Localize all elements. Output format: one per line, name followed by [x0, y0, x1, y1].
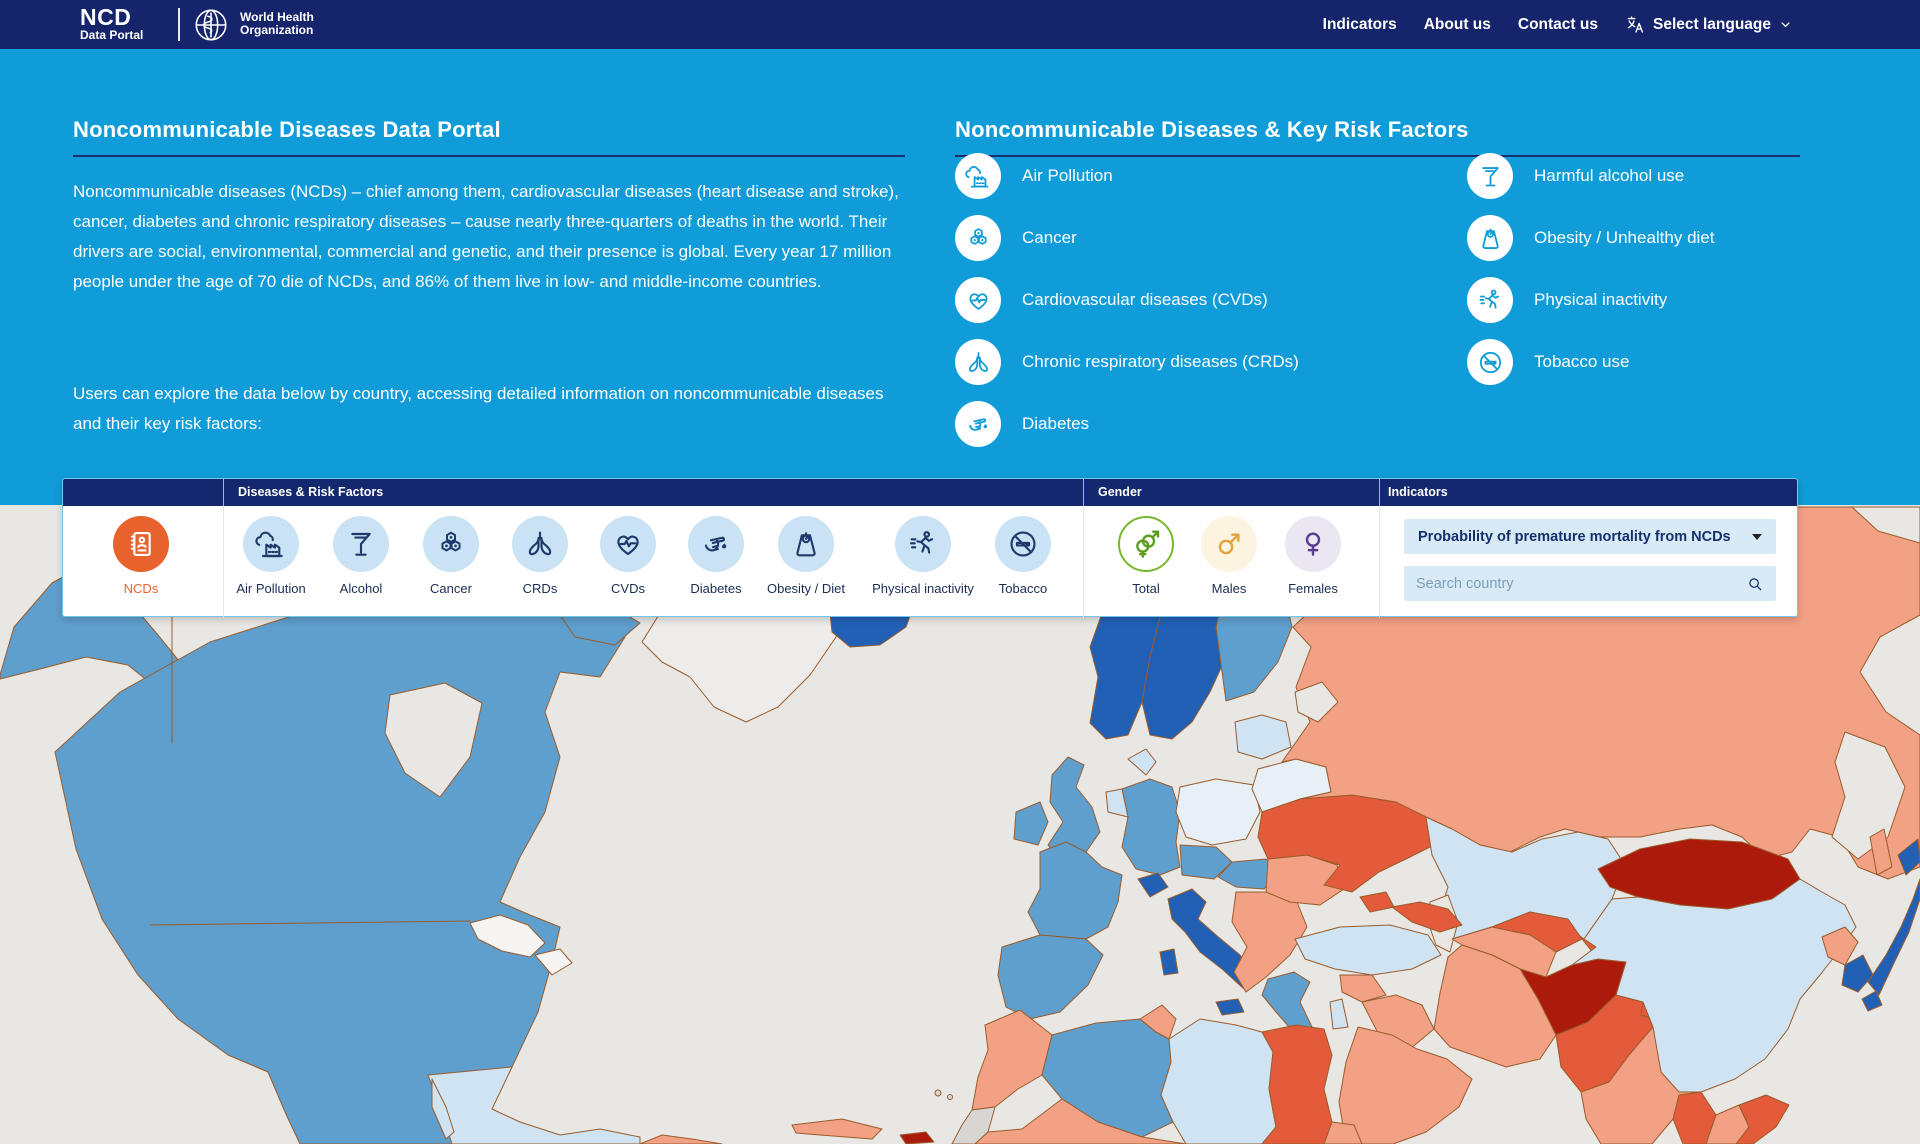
indicator-dropdown[interactable]: Probability of premature mortality from …: [1404, 519, 1776, 554]
nav-link-contact-us[interactable]: Contact us: [1518, 16, 1598, 34]
lungs-icon: [955, 339, 1001, 385]
brand-subtitle: Data Portal: [80, 29, 143, 42]
risk-item-alcohol[interactable]: Harmful alcohol use: [1467, 153, 1684, 199]
nav-link-indicators[interactable]: Indicators: [1323, 16, 1397, 34]
ncd-data-portal-page: NCD Data Portal World Health Organizatio…: [0, 0, 1920, 1144]
heart-pulse-icon: [955, 277, 1001, 323]
brand-title: NCD: [80, 6, 143, 29]
weight-scale-icon: [778, 516, 834, 572]
dropdown-caret-icon: [1752, 534, 1762, 540]
search-icon[interactable]: [1746, 575, 1764, 593]
language-selector-label: Select language: [1653, 16, 1771, 34]
risk-item-physical-inactivity[interactable]: Physical inactivity: [1467, 277, 1667, 323]
runner-icon: [1467, 277, 1513, 323]
filter-ncds[interactable]: NCDs: [75, 516, 207, 596]
top-navbar: NCD Data Portal World Health Organizatio…: [0, 0, 1920, 49]
no-smoking-icon: [1467, 339, 1513, 385]
brand-divider: [178, 8, 180, 41]
risk-item-crds[interactable]: Chronic respiratory diseases (CRDs): [955, 339, 1299, 385]
risk-fact-heading: Noncommunicable Diseases & Key Risk Fact…: [955, 117, 1469, 143]
intro-paragraph-2: Users can explore the data below by coun…: [73, 379, 915, 439]
blood-glucose-icon: [688, 516, 744, 572]
indicator-dropdown-value: Probability of premature mortality from …: [1418, 529, 1752, 545]
runner-icon: [895, 516, 951, 572]
risk-item-cancer[interactable]: Cancer: [955, 215, 1077, 261]
navbar-menu: Indicators About us Contact us Select la…: [1323, 0, 1793, 49]
risk-item-obesity[interactable]: Obesity / Unhealthy diet: [1467, 215, 1714, 261]
risk-item-diabetes[interactable]: Diabetes: [955, 401, 1089, 447]
cocktail-icon: [333, 516, 389, 572]
blood-glucose-icon: [955, 401, 1001, 447]
risk-item-cvds[interactable]: Cardiovascular diseases (CVDs): [955, 277, 1268, 323]
who-emblem-icon[interactable]: [192, 6, 230, 44]
section-divider: [1379, 479, 1380, 618]
page-title: Noncommunicable Diseases Data Portal: [73, 117, 501, 143]
language-selector[interactable]: Select language: [1625, 14, 1793, 35]
female-icon: [1285, 516, 1341, 572]
air-pollution-icon: [243, 516, 299, 572]
weight-scale-icon: [1467, 215, 1513, 261]
filter-tobacco[interactable]: Tobacco: [957, 516, 1089, 596]
filter-obesity-diet[interactable]: Obesity / Diet: [740, 516, 872, 596]
no-smoking-icon: [995, 516, 1051, 572]
ncd-logo[interactable]: NCD Data Portal: [80, 6, 143, 42]
filter-gender-females[interactable]: Females: [1247, 516, 1379, 596]
risk-item-tobacco[interactable]: Tobacco use: [1467, 339, 1629, 385]
chevron-down-icon: [1778, 17, 1793, 32]
air-pollution-icon: [955, 153, 1001, 199]
filter-panel: Diseases & Risk Factors Gender Indicator…: [62, 478, 1798, 617]
diseases-section-header: Diseases & Risk Factors: [238, 479, 383, 506]
cocktail-icon: [1467, 153, 1513, 199]
lungs-icon: [512, 516, 568, 572]
country-search-input[interactable]: [1416, 576, 1746, 592]
gender-section-header: Gender: [1098, 479, 1142, 506]
cancer-cells-icon: [955, 215, 1001, 261]
risk-item-air-pollution[interactable]: Air Pollution: [955, 153, 1113, 199]
who-logo-text: World Health Organization: [240, 11, 314, 37]
translate-icon: [1625, 14, 1646, 35]
country-search[interactable]: [1404, 566, 1776, 601]
title-underline: [73, 155, 905, 157]
heart-pulse-icon: [600, 516, 656, 572]
indicators-section-header: Indicators: [1388, 479, 1448, 506]
hero-section: Noncommunicable Diseases Data Portal Non…: [0, 49, 1920, 505]
ncd-report-icon: [113, 516, 169, 572]
nav-link-about-us[interactable]: About us: [1424, 16, 1491, 34]
cancer-cells-icon: [423, 516, 479, 572]
intro-paragraph-1: Noncommunicable diseases (NCDs) – chief …: [73, 177, 915, 297]
